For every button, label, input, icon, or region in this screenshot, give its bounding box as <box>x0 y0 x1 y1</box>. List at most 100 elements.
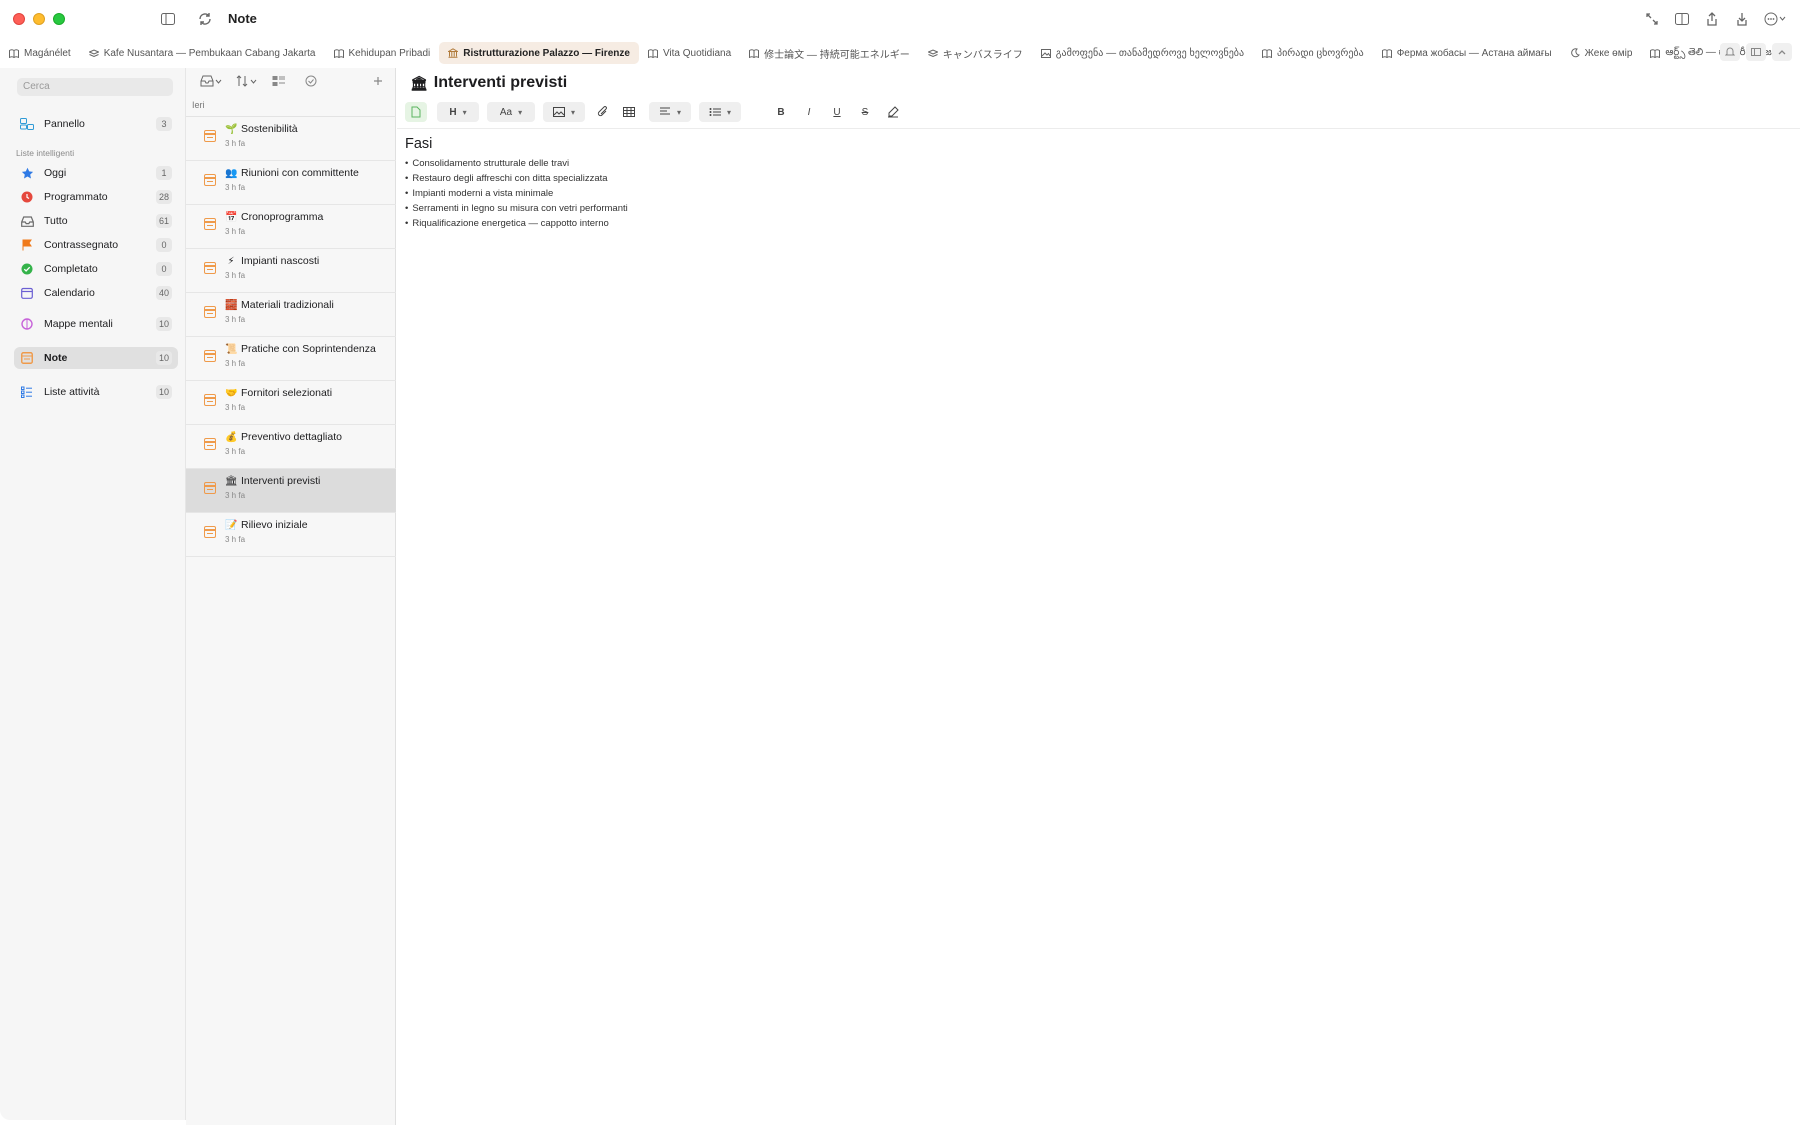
toggle-sidebar-button[interactable] <box>157 9 179 29</box>
sidebar-item-programmato[interactable]: Programmato 28 <box>14 186 178 208</box>
tab-5[interactable]: 修士論文 — 持続可能エネルギー <box>740 42 919 64</box>
more-icon <box>1764 12 1786 26</box>
sidebar-item-count: 1 <box>156 166 172 180</box>
sidebar-item-dashboard[interactable]: Pannello 3 <box>14 113 178 135</box>
app-window: Note Magánélet Kafe Nusantara — Pembukaan… <box>0 0 1800 1125</box>
view-mode-button[interactable] <box>272 73 286 89</box>
tab-6[interactable]: キャンバスライフ <box>919 42 1032 64</box>
sidebar-item-count: 40 <box>155 286 172 300</box>
sidebar-item-completato[interactable]: Completato 0 <box>14 258 178 280</box>
insert-table-button[interactable] <box>619 102 639 122</box>
tab-9[interactable]: Ферма жобасы — Астана аймағы <box>1373 42 1561 64</box>
note-list-item[interactable]: 👥 Riunioni con committente 3 h fa <box>186 161 396 205</box>
bullet-item: • Impianti moderni a vista minimale <box>405 186 628 201</box>
insert-image-dropdown[interactable]: ▾ <box>543 102 585 122</box>
note-list-item[interactable]: 🏛 Interventi previsti 3 h fa <box>186 469 396 513</box>
note-item-title: 👥 Riunioni con committente <box>225 167 359 179</box>
bullet-item: • Riqualificazione energetica — cappotto … <box>405 216 628 231</box>
sidebar-item-label: Tutto <box>44 215 68 227</box>
minimize-window-button[interactable] <box>33 13 45 25</box>
tab-8[interactable]: პირადი ცხოვრება <box>1253 42 1373 64</box>
note-list-item[interactable]: 📝 Rilievo iniziale 3 h fa <box>186 513 396 557</box>
note-list-item[interactable]: 🤝 Fornitori selezionati 3 h fa <box>186 381 396 425</box>
highlight-button[interactable] <box>883 102 903 122</box>
sidebar-item-label: Contrassegnato <box>44 239 119 251</box>
notifications-button[interactable] <box>1720 43 1740 61</box>
alignment-dropdown[interactable]: ▾ <box>649 102 691 122</box>
tab-2[interactable]: Kehidupan Pribadi <box>325 42 440 64</box>
share-button[interactable] <box>1700 9 1724 29</box>
strikethrough-button[interactable]: S <box>855 102 875 122</box>
sidebar-item-mind-maps[interactable]: Mappe mentali 10 <box>14 313 178 335</box>
clock-icon <box>20 190 34 204</box>
attach-button[interactable] <box>593 102 613 122</box>
note-item-title: ⚡ Impianti nascosti <box>225 255 319 267</box>
sort-menu-button[interactable] <box>236 73 258 89</box>
note-body[interactable]: Fasi • Consolidamento strutturale delle t… <box>405 136 628 231</box>
new-note-button[interactable] <box>373 73 383 89</box>
tray-icon <box>20 214 34 228</box>
tab-4[interactable]: Vita Quotidiana <box>639 42 740 64</box>
workspace-tab-bar: Magánélet Kafe Nusantara — Pembukaan Caba… <box>0 40 1800 66</box>
sort-icon <box>236 75 257 87</box>
zoom-window-button[interactable] <box>53 13 65 25</box>
note-mode-button[interactable] <box>405 102 427 122</box>
bold-button[interactable]: B <box>771 102 791 122</box>
document-icon <box>411 106 421 118</box>
sidebar-item-task-lists[interactable]: Liste attività 10 <box>14 381 178 403</box>
close-window-button[interactable] <box>13 13 25 25</box>
note-title-text: Interventi previsti <box>433 74 568 91</box>
note-icon <box>204 174 216 186</box>
tab-1[interactable]: Kafe Nusantara — Pembukaan Cabang Jakart… <box>80 42 325 64</box>
bullet-text: Consolidamento strutturale delle travi <box>412 158 570 169</box>
classical-building-icon: 🏛 <box>410 74 428 91</box>
list-dropdown[interactable]: ▾ <box>699 102 741 122</box>
sidebar-item-count: 10 <box>155 385 172 399</box>
note-list-item[interactable]: 📜 Pratiche con Soprintendenza 3 h fa <box>186 337 396 381</box>
checklist-icon <box>20 385 34 399</box>
sidebar-item-notes[interactable]: Note 10 <box>14 347 178 369</box>
sidebar-item-oggi[interactable]: Oggi 1 <box>14 162 178 184</box>
note-item-title-text: Sostenibilità <box>241 123 298 135</box>
tab-3[interactable]: Ristrutturazione Palazzo — Firenze <box>439 42 639 64</box>
heading-label: H <box>449 106 457 118</box>
note-item-title: 🏛 Interventi previsti <box>225 475 320 487</box>
note-item-title-text: Materiali tradizionali <box>241 299 334 311</box>
sidebar-item-calendario[interactable]: Calendario 40 <box>14 282 178 304</box>
font-dropdown[interactable]: Aa ▾ <box>487 102 535 122</box>
note-list-item[interactable]: 📅 Cronoprogramma 3 h fa <box>186 205 396 249</box>
select-mode-button[interactable] <box>305 73 317 89</box>
note-list-item[interactable]: ⚡ Impianti nascosti 3 h fa <box>186 249 396 293</box>
book-icon <box>1381 48 1392 58</box>
filter-menu-button[interactable] <box>200 73 222 89</box>
table-icon <box>623 107 635 117</box>
paperclip-icon <box>597 106 607 117</box>
note-icon <box>204 394 216 406</box>
tab-label: キャンバスライフ <box>942 49 1023 61</box>
sync-button[interactable] <box>194 9 216 29</box>
fullscreen-button[interactable] <box>1640 9 1664 29</box>
more-button[interactable] <box>1760 9 1790 29</box>
tab-label: Magánélet <box>24 47 71 59</box>
collapse-tabs-button[interactable] <box>1772 43 1792 61</box>
sidebar-search-input[interactable]: Cerca <box>17 78 173 96</box>
note-title[interactable]: 🏛 Interventi previsti <box>410 74 567 92</box>
tab-overview-button[interactable] <box>1746 43 1766 61</box>
note-item-title: 📝 Rilievo iniziale <box>225 519 308 531</box>
italic-button[interactable]: I <box>799 102 819 122</box>
sidebar-item-contrassegnato[interactable]: Contrassegnato 0 <box>14 234 178 256</box>
tab-0[interactable]: Magánélet <box>0 42 80 64</box>
split-view-button[interactable] <box>1670 9 1694 29</box>
note-list-item[interactable]: 💰 Preventivo dettagliato 3 h fa <box>186 425 396 469</box>
bullet-item: • Restauro degli affreschi con ditta spec… <box>405 171 628 186</box>
heading-dropdown[interactable]: H ▾ <box>437 102 479 122</box>
export-button[interactable] <box>1730 9 1754 29</box>
underline-button[interactable]: U <box>827 102 847 122</box>
note-list-item[interactable]: 🧱 Materiali tradizionali 3 h fa <box>186 293 396 337</box>
bell-icon <box>1725 47 1735 56</box>
tab-10[interactable]: Жеке өмір <box>1561 42 1642 64</box>
sidebar-item-tutto[interactable]: Tutto 61 <box>14 210 178 232</box>
sidebar-item-count: 10 <box>155 317 172 331</box>
tab-7[interactable]: გამოფენა — თანამედროვე ხელოვნება <box>1032 42 1253 64</box>
note-list-item[interactable]: 🌱 Sostenibilità 3 h fa <box>186 117 396 161</box>
